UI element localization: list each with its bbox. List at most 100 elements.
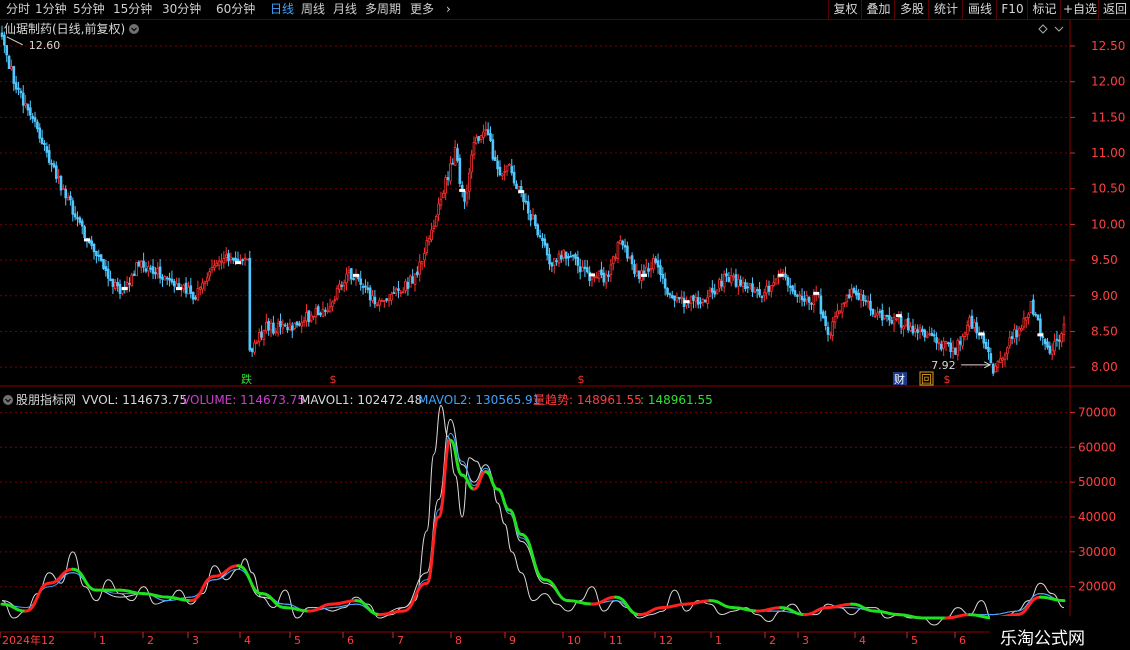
period-tab-10[interactable]: 更多	[410, 1, 434, 18]
candle-body-412	[973, 321, 976, 329]
toolbar-button-8[interactable]: 返回	[1098, 0, 1130, 19]
price-marker-6	[518, 190, 525, 194]
candle-body-43	[102, 258, 105, 269]
period-tab-9[interactable]: 多周期	[365, 1, 401, 18]
x-month-label-12: 12	[659, 634, 673, 647]
candle-body-234	[552, 258, 556, 266]
candle-body-372	[878, 310, 882, 313]
candle-body-366	[864, 300, 868, 302]
candle-body-166	[392, 292, 396, 295]
candle-body-38	[90, 240, 93, 246]
candle-body-279	[659, 265, 662, 275]
candle-body-58	[137, 261, 141, 267]
toolbar-button-5[interactable]: F10	[996, 0, 1028, 19]
candle-body-27	[64, 189, 68, 199]
candle-body-344	[812, 294, 816, 306]
candle-body-358	[845, 294, 849, 303]
toolbar-button-6[interactable]: 标记	[1027, 0, 1061, 19]
period-tab-4[interactable]: 30分钟	[162, 1, 201, 18]
candle-body-96	[227, 253, 230, 262]
x-month-label-8: 8	[455, 634, 462, 647]
candle-body-307	[725, 273, 728, 277]
toolbar-button-0[interactable]: 复权	[828, 0, 862, 19]
candle-body-320	[755, 289, 759, 292]
candle-body-299	[706, 296, 709, 304]
trend-segment-28	[543, 578, 570, 603]
period-tab-7[interactable]: 周线	[301, 1, 325, 18]
candle-body-90	[213, 265, 216, 269]
candle-body-262	[619, 240, 622, 244]
candle-body-134	[316, 306, 320, 316]
candle-body-140	[331, 301, 334, 307]
candle-body-420	[991, 363, 995, 374]
candle-body-433	[1022, 317, 1026, 328]
period-tab-5[interactable]: 60分钟	[216, 1, 255, 18]
candle-body-313	[739, 279, 742, 286]
candle-body-407	[961, 336, 964, 347]
watermark-title: 乐淘公式网	[1000, 629, 1085, 649]
candle-body-81	[191, 291, 195, 300]
more-chevron-icon[interactable]: ›	[446, 1, 451, 18]
candle-body-321	[758, 289, 761, 296]
candle-body-227	[536, 224, 540, 236]
toolbar-button-2[interactable]: 多股	[894, 0, 929, 19]
s-marker-2: $	[578, 373, 585, 386]
period-tab-3[interactable]: 15分钟	[113, 1, 152, 18]
candle-body-79	[187, 286, 190, 295]
candle-body-193	[456, 148, 459, 161]
toolbar-button-3[interactable]: 统计	[928, 0, 963, 19]
volume-panel-title: 股朋指标网	[16, 392, 76, 407]
toolbar-button-4[interactable]: 画线	[962, 0, 997, 19]
candle-body-352	[831, 321, 835, 336]
price-panel-menu-icon[interactable]	[129, 24, 139, 34]
candle-body-317	[748, 283, 752, 286]
candle-body-131	[309, 314, 313, 322]
candle-body-375	[885, 314, 889, 317]
candle-body-78	[184, 282, 188, 294]
price-panel-title: 仙琚制药(日线,前复权)	[4, 21, 125, 36]
candle-body-26	[62, 187, 65, 190]
candle-body-104	[246, 258, 249, 261]
toolbar-button-7[interactable]: +自选	[1060, 0, 1099, 19]
candle-body-424	[1001, 357, 1004, 361]
candle-body-305	[720, 280, 724, 287]
candle-body-428	[1010, 336, 1014, 339]
candle-body-348	[821, 311, 825, 319]
candle-body-163	[385, 298, 388, 301]
candle-body-239	[564, 251, 568, 259]
period-tab-2[interactable]: 5分钟	[73, 1, 105, 18]
period-tab-0[interactable]: 分时	[6, 1, 30, 18]
candle-body-382	[902, 325, 905, 330]
cai-marker: 财	[894, 372, 905, 386]
candle-body-42	[99, 254, 103, 261]
period-tab-8[interactable]: 月线	[333, 1, 357, 18]
candle-body-153	[361, 286, 365, 288]
candle-body-69	[163, 276, 167, 281]
candle-body-64	[151, 266, 155, 274]
candle-body-248	[585, 267, 589, 273]
period-tab-1[interactable]: 1分钟	[35, 1, 67, 18]
price-tick-label-1: 12.00	[1091, 75, 1125, 89]
candle-body-192	[453, 147, 457, 166]
period-tab-6[interactable]: 日线	[270, 1, 294, 18]
candle-body-419	[989, 353, 993, 364]
candle-body-267	[630, 255, 634, 265]
candle-body-4	[10, 66, 13, 70]
x-month-label-3: 3	[192, 634, 199, 647]
toolbar-button-1[interactable]: 叠加	[861, 0, 895, 19]
candle-body-128	[302, 320, 306, 323]
indicator-value-5: : 148961.55	[640, 393, 713, 407]
candle-body-172	[406, 281, 410, 289]
candle-body-391	[923, 329, 927, 338]
price-tick-label-8: 8.50	[1091, 324, 1118, 338]
candle-body-200	[472, 142, 476, 156]
candle-body-389	[918, 327, 922, 332]
candle-body-310	[732, 275, 735, 278]
candle-body-87	[206, 277, 209, 282]
volume-panel-menu-icon[interactable]	[3, 395, 13, 405]
candle-body-339	[800, 295, 804, 301]
candle-body-446	[1053, 340, 1056, 352]
candle-body-143	[338, 283, 341, 290]
candle-body-421	[994, 365, 997, 373]
candle-body-232	[548, 254, 551, 265]
